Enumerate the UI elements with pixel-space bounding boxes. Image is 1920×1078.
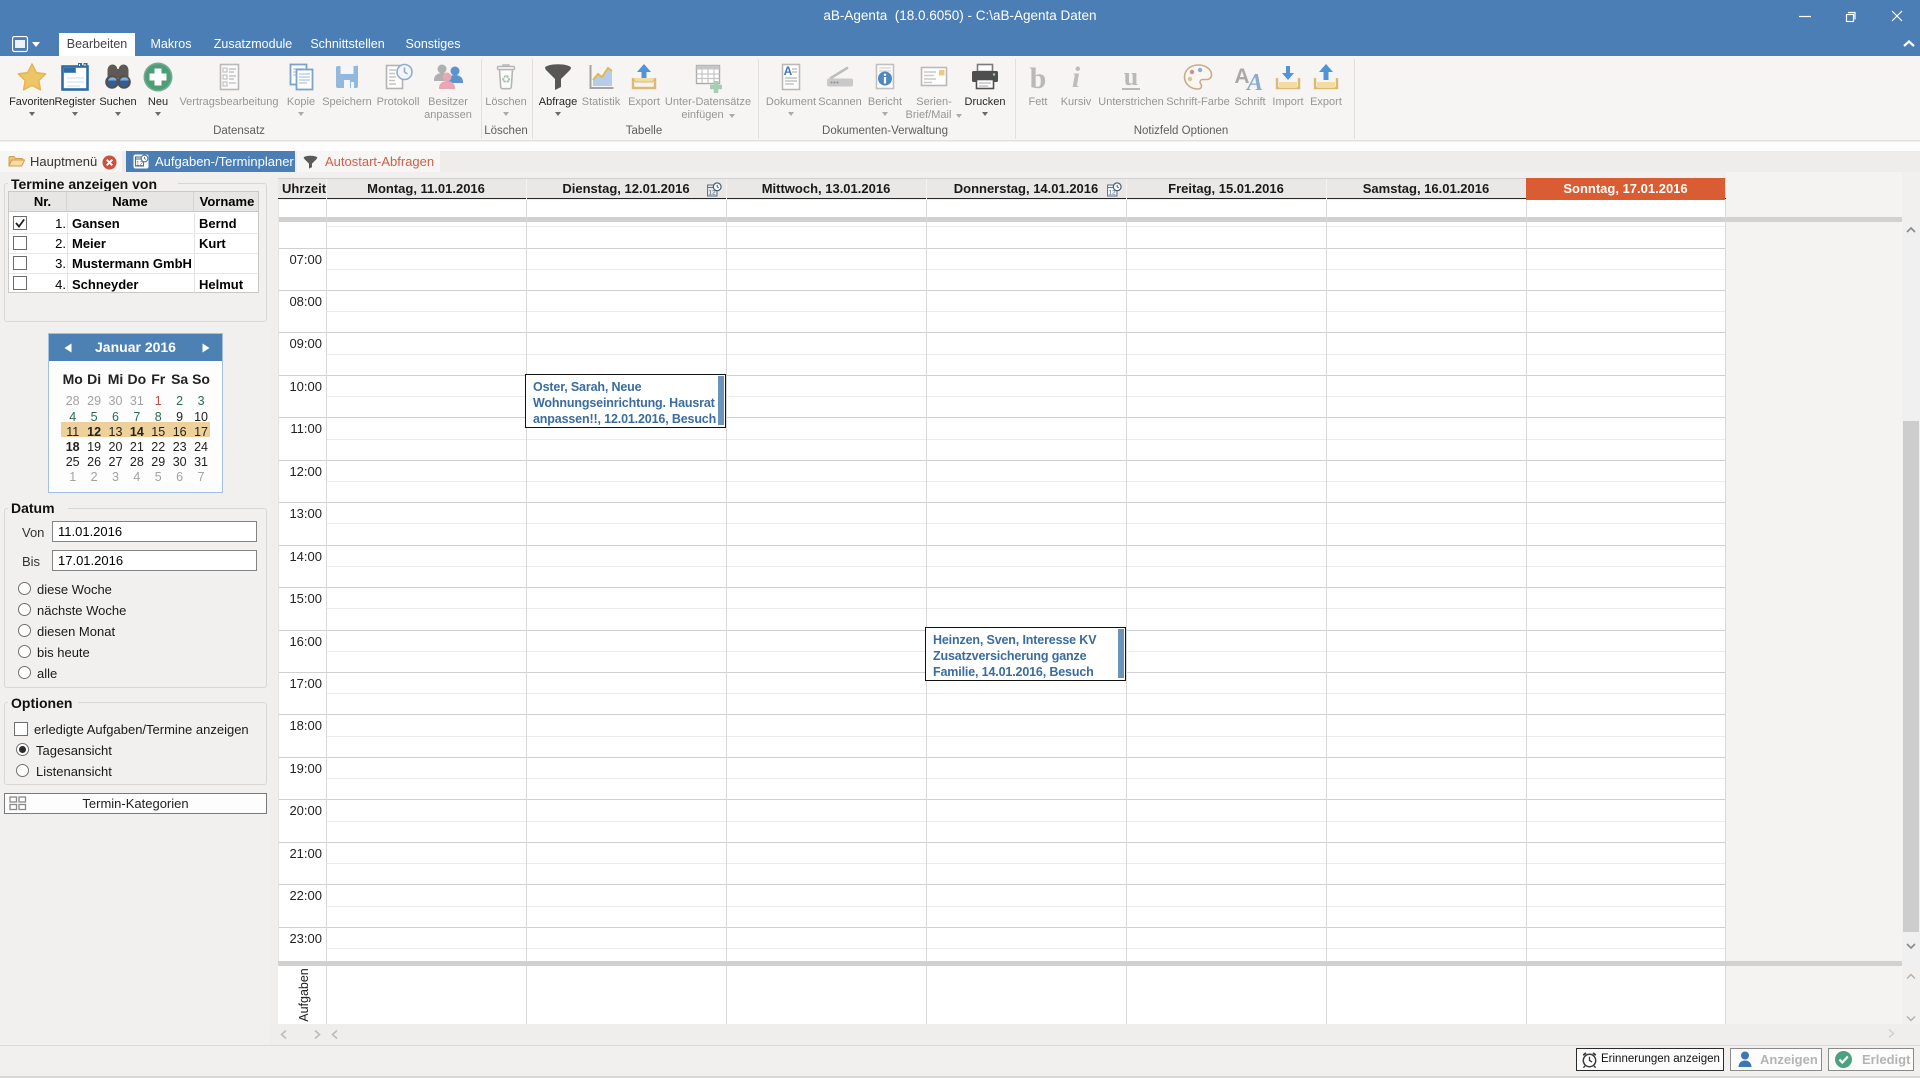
svg-text:A: A (784, 64, 793, 78)
svg-text:u: u (1124, 62, 1138, 91)
svg-text:i: i (1072, 61, 1081, 93)
svg-text:♻: ♻ (501, 74, 511, 86)
svg-text:12: 12 (136, 162, 143, 168)
